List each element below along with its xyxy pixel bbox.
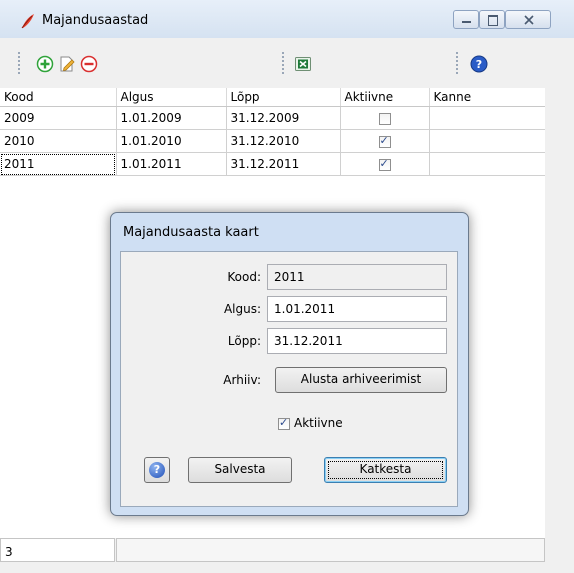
cell-kood[interactable]: 2009	[0, 106, 117, 130]
dialog-content: Kood: 2011 Algus: 1.01.2011 Lõpp: 31.12.…	[120, 251, 458, 507]
window-controls	[453, 10, 574, 30]
minimize-button[interactable]	[453, 10, 479, 29]
help-button[interactable]: ?	[144, 457, 170, 483]
status-panel	[116, 538, 545, 562]
arhiiv-label: Arhiiv:	[223, 373, 261, 387]
aktiivne-label: Aktiivne	[294, 416, 343, 430]
cell-lopp[interactable]: 31.12.2009	[226, 106, 341, 130]
table-row[interactable]: 2010 1.01.2010 31.12.2010	[0, 129, 546, 153]
toolbar-grip	[18, 52, 20, 76]
kood-field[interactable]: 2011	[267, 264, 447, 290]
lopp-field[interactable]: 31.12.2011	[267, 328, 447, 354]
minimize-icon	[462, 21, 471, 23]
title-bar: Majandusaastad	[0, 0, 574, 39]
focus-rect	[328, 461, 443, 479]
close-button[interactable]	[505, 10, 551, 29]
toolbar: ?	[0, 38, 574, 89]
cell-algus[interactable]: 1.01.2011	[116, 152, 227, 176]
aktiivne-checkbox[interactable]	[378, 134, 391, 148]
record-count: 3	[0, 538, 115, 562]
status-bar: 3	[0, 538, 574, 573]
cell-algus[interactable]: 1.01.2009	[116, 106, 227, 130]
aktiivne-checkbox[interactable]	[278, 416, 290, 430]
column-header-kanne[interactable]: Kanne	[429, 88, 546, 107]
svg-text:?: ?	[476, 58, 482, 71]
aktiivne-checkbox[interactable]	[378, 157, 391, 171]
app-feather-icon	[21, 14, 34, 29]
cell-kood[interactable]: 2010	[0, 129, 117, 153]
cell-kanne[interactable]	[429, 106, 546, 130]
cell-kanne[interactable]	[429, 152, 546, 176]
excel-icon[interactable]	[294, 55, 312, 73]
cell-aktiivne[interactable]	[340, 152, 430, 176]
maximize-button[interactable]	[479, 10, 505, 29]
kood-label: Kood:	[227, 270, 261, 284]
grid-header-row: Kood Algus Lõpp Aktiivne Kanne	[0, 88, 546, 107]
save-button[interactable]: Salvesta	[188, 457, 292, 483]
cell-algus[interactable]: 1.01.2010	[116, 129, 227, 153]
add-icon[interactable]	[36, 55, 54, 73]
algus-label: Algus:	[223, 302, 261, 316]
cell-kood[interactable]: 2011	[0, 152, 117, 176]
aktiivne-checkbox[interactable]	[378, 112, 391, 125]
lopp-label: Lõpp:	[227, 334, 261, 348]
cell-aktiivne[interactable]	[340, 106, 430, 130]
cell-lopp[interactable]: 31.12.2011	[226, 152, 341, 176]
table-row[interactable]: 2009 1.01.2009 31.12.2009	[0, 106, 546, 130]
cell-lopp[interactable]: 31.12.2010	[226, 129, 341, 153]
right-panel-strip	[545, 88, 574, 538]
fiscal-years-grid[interactable]: Kood Algus Lõpp Aktiivne Kanne 2009 1.01…	[0, 88, 546, 185]
column-header-algus[interactable]: Algus	[116, 88, 227, 107]
edit-icon[interactable]	[58, 55, 76, 73]
table-row-selected[interactable]: 2011 1.01.2011 31.12.2011	[0, 152, 546, 176]
window-title: Majandusaastad	[42, 13, 149, 28]
cell-aktiivne[interactable]	[340, 129, 430, 153]
dialog-title: Majandusaasta kaart	[123, 225, 259, 240]
toolbar-grip	[456, 52, 458, 76]
fiscal-year-dialog: Majandusaasta kaart Kood: 2011 Algus: 1.…	[110, 212, 469, 516]
algus-field[interactable]: 1.01.2011	[267, 296, 447, 322]
main-window: Majandusaastad ? Kood Algus Lõpp Aktiivn…	[0, 0, 574, 573]
help-icon[interactable]: ?	[470, 55, 488, 73]
column-header-aktiivne[interactable]: Aktiivne	[340, 88, 430, 107]
column-header-kood[interactable]: Kood	[0, 88, 117, 107]
cell-kanne[interactable]	[429, 129, 546, 153]
toolbar-grip	[282, 52, 284, 76]
help-icon: ?	[149, 462, 165, 478]
remove-icon[interactable]	[80, 55, 98, 73]
column-header-lopp[interactable]: Lõpp	[226, 88, 341, 107]
close-icon	[524, 15, 534, 25]
archive-button[interactable]: Alusta arhiveerimist	[275, 367, 447, 393]
cancel-button[interactable]: Katkesta	[324, 457, 447, 483]
maximize-icon	[488, 15, 498, 26]
